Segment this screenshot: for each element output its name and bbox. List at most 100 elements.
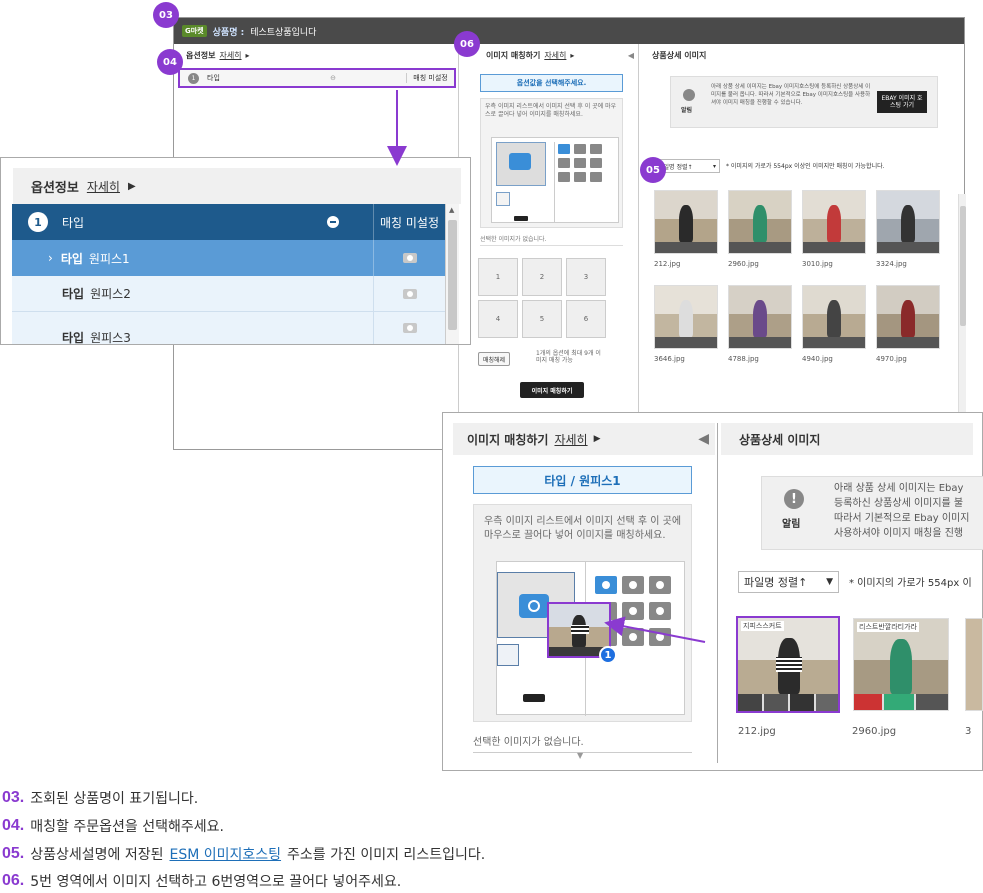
camera-slot-icon[interactable] <box>649 602 671 620</box>
small-slot[interactable] <box>497 644 519 666</box>
limit-note: 1개의 옵션에 최대 9개 이미지 매칭 가능 <box>536 350 601 364</box>
image-slot[interactable]: 4 <box>478 300 518 338</box>
camera-slot-icon[interactable] <box>649 576 671 594</box>
image-slot[interactable]: 5 <box>522 300 562 338</box>
chevron-down-icon: ▾ <box>712 162 716 170</box>
alert-icon <box>683 89 695 101</box>
option-label: 타입 <box>207 74 220 82</box>
option-item-1[interactable]: › 타입 원피스1 <box>12 240 445 276</box>
thumb-caption: 리스트반깔라티가라 <box>857 622 919 632</box>
zoom-drop-zone[interactable]: 우측 이미지 리스트에서 이미지 선택 후 이 곳에 마우스로 끌어다 넣어 이… <box>473 504 692 722</box>
image-thumbnail[interactable] <box>876 285 940 349</box>
option-scrollbar-thumb[interactable] <box>448 220 457 330</box>
match-detail-link[interactable]: 자세히 <box>544 50 566 61</box>
image-match-header: 이미지 매칭하기 자세히 ▸ ◀ <box>466 44 638 66</box>
caption-number: 05. <box>2 845 25 862</box>
zoom-sort-select[interactable]: 파일명 정렬↑ ▼ <box>738 571 839 593</box>
esm-hosting-link[interactable]: ESM 이미지호스팅 <box>170 844 282 864</box>
match-status-cell: 매칭 미설정 <box>373 204 445 240</box>
option-row[interactable]: 1 타입 ⊖ 매칭 미설정 <box>178 68 456 88</box>
camera-icon <box>519 594 549 618</box>
drop-zone-preview <box>491 137 619 223</box>
camera-slot-icon[interactable] <box>649 628 671 646</box>
zoom-thumb-2[interactable]: 리스트반깔라티가라 <box>853 618 949 711</box>
size-note: * 이미지의 가로가 554px 이상인 이미지만 매칭이 가능합니다. <box>726 163 885 170</box>
caption-text: 상품상세설명에 저장된 <box>30 847 164 863</box>
chevron-down-icon: ▼ <box>577 751 584 760</box>
camera-cell[interactable] <box>373 312 445 344</box>
zoom-detail-images-title: 상품상세 이미지 <box>739 432 821 447</box>
thumb-caption: 지피스스커트 <box>741 621 784 631</box>
option-item-2[interactable]: 타입 원피스2 <box>12 276 445 312</box>
zoom-sort-value: 파일명 정렬↑ <box>744 576 808 589</box>
collapse-icon[interactable]: ⊖ <box>330 74 336 82</box>
collapse-panel-icon[interactable]: ◀ <box>628 51 634 60</box>
option-detail-link[interactable]: 자세히 <box>219 50 241 61</box>
alert-text: 아래 상품 상세 이미지는 Ebay 이미지호스팅에 등록하신 상품상세 이미지… <box>711 84 871 106</box>
zoom-thumb-label: 2960.jpg <box>852 726 897 737</box>
camera-cell[interactable] <box>373 276 445 311</box>
zoom-alert-box: ! 알림 아래 상품 상세 이미지는 Ebay 등록하신 상품상세 이미지를 불… <box>761 476 983 550</box>
zoom-thumb-3[interactable] <box>965 618 983 711</box>
option-row-type[interactable]: 1 타입 매칭 미설정 <box>12 204 445 240</box>
image-thumbnail[interactable] <box>802 285 866 349</box>
no-selection-text: 선택한 이미지가 없습니다. <box>480 234 623 246</box>
scroll-up-icon[interactable]: ▲ <box>449 206 454 214</box>
image-list-scrollbar[interactable] <box>958 194 966 444</box>
detail-images-title: 상품상세 이미지 <box>652 50 707 60</box>
image-thumbnail[interactable] <box>728 190 792 254</box>
zoom-option-detail-link[interactable]: 자세히 <box>87 178 120 195</box>
camera-slot-icon[interactable] <box>622 602 644 620</box>
option-type-label: 타입 <box>62 215 85 230</box>
image-slot[interactable]: 1 <box>478 258 518 296</box>
camera-slot-icon[interactable] <box>622 576 644 594</box>
do-match-button[interactable]: 이미지 매칭하기 <box>520 382 584 398</box>
image-thumbnail[interactable] <box>654 285 718 349</box>
gmarket-badge: G마켓 <box>182 25 207 37</box>
option-number: 1 <box>188 72 199 84</box>
option-item-label: 타입 <box>62 287 85 301</box>
option-number-badge: 1 <box>28 212 48 232</box>
unmatch-button[interactable]: 매칭해제 <box>478 352 511 366</box>
camera-icon <box>509 153 531 170</box>
drop-zone[interactable]: 우측 이미지 리스트에서 이미지 선택 후 이 곳에 마우스로 끌어다 넣어 이… <box>480 98 623 228</box>
collapse-minus-icon[interactable] <box>327 216 339 228</box>
camera-slot-icon[interactable] <box>622 628 644 646</box>
chevron-right-icon: ▶ <box>593 434 601 444</box>
scrollbar-thumb[interactable] <box>960 206 966 326</box>
chevron-down-icon: ▼ <box>826 577 833 587</box>
collapse-panel-icon[interactable]: ◀ <box>698 431 709 447</box>
caption-05: 05. 상품상세설명에 저장된 ESM 이미지호스팅 주소를 가진 이미지 리스… <box>2 844 485 864</box>
image-match-title: 이미지 매칭하기 <box>486 50 541 60</box>
image-match-zoom: 이미지 매칭하기 자세히 ▶ ◀ 상품상세 이미지 타입 / 원피스1 우측 이… <box>442 412 983 771</box>
option-scrollbar[interactable]: ▲ <box>445 204 459 344</box>
option-info-title: 옵션정보 <box>186 50 216 60</box>
image-thumbnail[interactable] <box>802 190 866 254</box>
hosting-button[interactable]: EBAY 이미지 호스팅 가기 <box>877 91 927 113</box>
product-name-label: 상품명 : <box>212 27 245 38</box>
caption-text: 조회된 상품명이 표기됩니다. <box>30 791 199 807</box>
zoom-match-detail-link[interactable]: 자세히 <box>554 431 587 448</box>
match-status: 매칭 미설정 <box>406 73 454 83</box>
camera-slot-icon[interactable] <box>595 576 617 594</box>
option-item-value: 원피스1 <box>88 251 130 266</box>
zoom-thumb-selected[interactable]: 지피스스커트 <box>736 616 840 713</box>
image-filename: 4940.jpg <box>802 355 833 363</box>
image-slot[interactable]: 6 <box>566 300 606 338</box>
image-thumbnail[interactable] <box>876 190 940 254</box>
window-titlebar: G마켓 상품명 : 테스트상품입니다 <box>174 18 964 44</box>
zoom-option-header: 옵션정보 자세히 ▶ <box>13 168 461 204</box>
image-thumbnail[interactable] <box>728 285 792 349</box>
image-slot[interactable]: 3 <box>566 258 606 296</box>
zoom-option-title: 옵션정보 <box>31 180 79 196</box>
caption-04: 04. 매칭할 주문옵션을 선택해주세요. <box>2 816 224 836</box>
option-item-3[interactable]: 타입 원피스3 <box>12 312 445 344</box>
option-item-value: 원피스3 <box>90 330 131 345</box>
zoom-thumb-label: 212.jpg <box>738 726 776 737</box>
select-option-prompt: 옵션값을 선택해주세요. <box>480 74 623 92</box>
drag-count-badge: 1 <box>599 646 617 664</box>
image-slot[interactable]: 2 <box>522 258 562 296</box>
camera-cell[interactable] <box>373 240 445 276</box>
caption-06: 06. 5번 영역에서 이미지 선택하고 6번영역으로 끌어다 넣어주세요. <box>2 871 401 891</box>
image-thumbnail[interactable] <box>654 190 718 254</box>
